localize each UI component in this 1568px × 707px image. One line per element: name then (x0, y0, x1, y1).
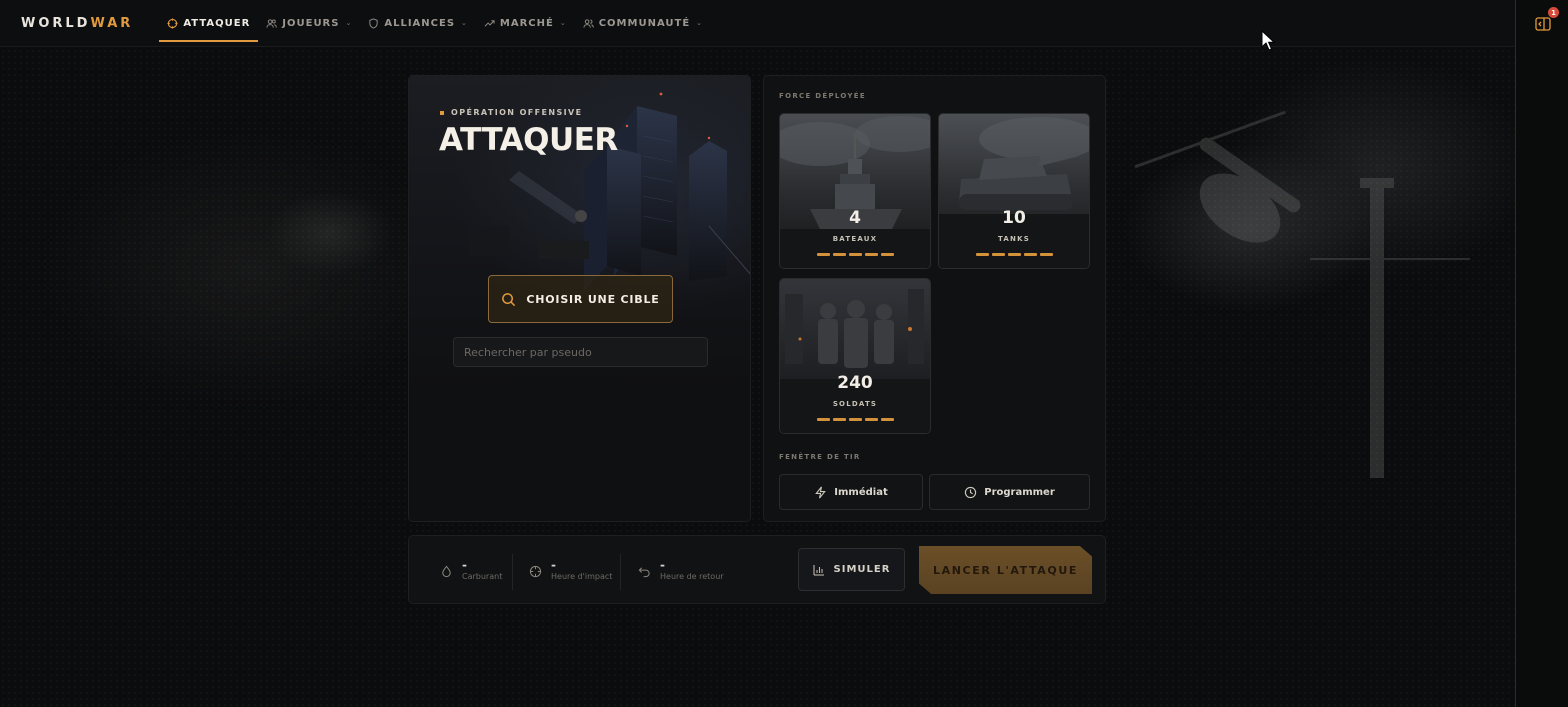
top-navigation: WORLDWAR ATTAQUER JOUEURS ⌄ ALLIANCES ⌄ … (0, 0, 1515, 47)
warship-image (780, 114, 930, 268)
fuel-value: - (462, 558, 467, 572)
unit-name: TANKS (998, 235, 1030, 243)
unit-name: BATEAUX (832, 235, 878, 243)
attack-summary-bar: - Carburant - Heure d'impact - Heure de … (408, 535, 1106, 604)
attack-panel: OPÉRATION OFFENSIVE ATTAQUER CHOISIR UNE… (408, 75, 751, 522)
nav-item-joueurs[interactable]: JOUEURS ⌄ (258, 0, 360, 47)
impact-value: - (551, 558, 556, 572)
nav-label: ATTAQUER (183, 17, 251, 29)
target-icon (529, 565, 542, 578)
unit-level-bars (939, 253, 1089, 256)
schedule-button[interactable]: Programmer (929, 474, 1090, 510)
dot-grid-overlay (0, 48, 1515, 707)
unit-level-bars (780, 253, 930, 256)
lightning-icon (815, 486, 827, 498)
simulate-label: SIMULER (833, 564, 891, 575)
divider (620, 554, 621, 590)
impact-stat: - Heure d'impact (529, 558, 612, 581)
operation-label: OPÉRATION OFFENSIVE (440, 108, 582, 117)
return-value: - (660, 558, 665, 572)
nav-item-attaquer[interactable]: ATTAQUER (159, 0, 259, 47)
simulate-button[interactable]: SIMULER (798, 548, 905, 591)
side-panel: 1 (1515, 0, 1568, 707)
immediate-label: Immédiat (834, 486, 888, 498)
schedule-label: Programmer (984, 486, 1055, 498)
clock-icon (965, 486, 977, 498)
unit-card-soldats[interactable]: 240 SOLDATS (779, 278, 931, 434)
return-label: Heure de retour (660, 572, 724, 581)
fuel-stat: - Carburant (440, 558, 502, 581)
crosshair-icon (167, 17, 178, 29)
notification-badge: 1 (1548, 7, 1559, 18)
trending-up-icon (484, 19, 495, 27)
chevron-down-icon: ⌄ (559, 19, 567, 27)
fire-window-label: FENÊTRE DE TIR (779, 453, 861, 461)
users-icon (266, 18, 278, 28)
return-arrow-icon (638, 567, 650, 578)
nav-item-alliances[interactable]: ALLIANCES ⌄ (360, 0, 476, 47)
unit-level-bars (780, 418, 930, 421)
nav-item-communaute[interactable]: COMMUNAUTÉ ⌄ (575, 0, 711, 47)
brand-logo[interactable]: WORLDWAR (21, 16, 133, 31)
unit-name: SOLDATS (832, 400, 878, 408)
nav-label: ALLIANCES (384, 17, 456, 29)
community-icon (583, 18, 594, 28)
impact-label: Heure d'impact (551, 572, 613, 581)
player-search-input[interactable] (453, 337, 708, 367)
unit-count: 4 (849, 208, 861, 228)
nav-label: JOUEURS (282, 17, 340, 29)
tank-image (939, 114, 1089, 268)
choose-target-label: CHOISIR UNE CIBLE (526, 292, 660, 306)
unit-count: 10 (1002, 208, 1026, 228)
nav-item-marche[interactable]: MARCHÉ ⌄ (476, 0, 575, 47)
brand-part2: WAR (90, 15, 134, 31)
unit-card-bateaux[interactable]: 4 BATEAUX (779, 113, 931, 269)
unit-count: 240 (837, 373, 873, 393)
bar-chart-icon (812, 564, 824, 576)
fuel-label: Carburant (462, 572, 503, 581)
force-label: FORCE DÉPLOYÉE (779, 92, 866, 100)
search-icon (502, 292, 516, 306)
force-panel: FORCE DÉPLOYÉE 4 BATEAUX 10 TANKS 240 SO… (763, 75, 1106, 522)
panel-toggle-icon[interactable] (1534, 15, 1552, 33)
launch-attack-button[interactable]: LANCER L'ATTAQUE (919, 546, 1092, 594)
choose-target-button[interactable]: CHOISIR UNE CIBLE (488, 275, 673, 323)
immediate-button[interactable]: Immédiat (779, 474, 923, 510)
nav-label: MARCHÉ (499, 17, 554, 29)
chevron-down-icon: ⌄ (345, 19, 353, 27)
soldiers-image (780, 279, 930, 433)
page-title: ATTAQUER (439, 122, 618, 158)
chevron-down-icon: ⌄ (696, 19, 704, 27)
unit-card-tanks[interactable]: 10 TANKS (938, 113, 1090, 269)
fuel-icon (442, 565, 451, 578)
nav-label: COMMUNAUTÉ (598, 17, 691, 29)
shield-icon (369, 17, 379, 29)
main-nav: ATTAQUER JOUEURS ⌄ ALLIANCES ⌄ MARCHÉ ⌄ … (159, 0, 711, 47)
chevron-down-icon: ⌄ (461, 19, 468, 27)
divider (512, 554, 513, 590)
return-stat: - Heure de retour (638, 558, 724, 581)
mouse-cursor-icon (1261, 30, 1276, 51)
brand-part1: WORLD (21, 15, 91, 31)
